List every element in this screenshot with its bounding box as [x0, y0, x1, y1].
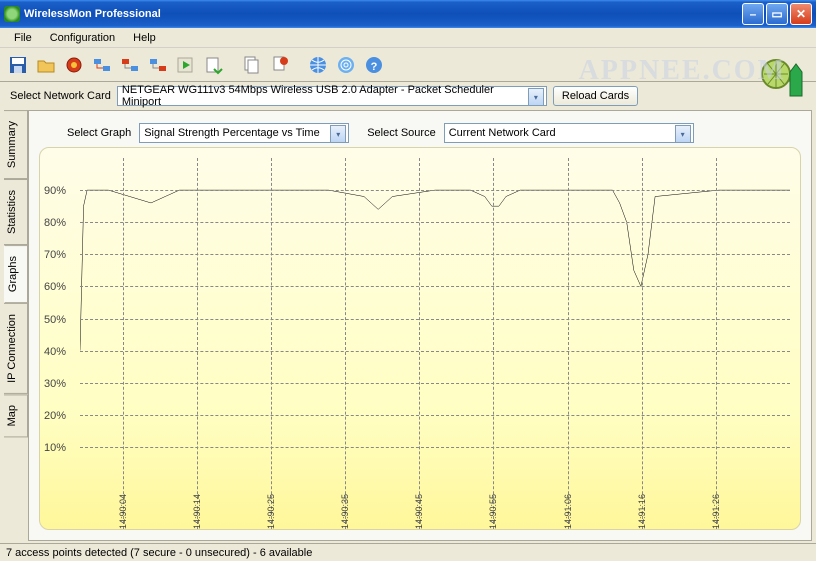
- chart-area: 10%20%30%40%50%60%70%80%90%14:90:0414:90…: [39, 147, 801, 530]
- x-tick-label: 14:91:06: [563, 494, 573, 529]
- help-icon[interactable]: ?: [362, 53, 386, 77]
- record-icon[interactable]: [62, 53, 86, 77]
- x-gridline: 14:91:06: [568, 158, 569, 529]
- globe-icon[interactable]: [306, 53, 330, 77]
- select-graph-combo[interactable]: Signal Strength Percentage vs Time: [139, 123, 349, 143]
- y-gridline: 70%: [80, 254, 790, 255]
- app-icon: [4, 6, 20, 22]
- tab-ip-connection[interactable]: IP Connection: [4, 303, 28, 394]
- radar-icon[interactable]: [334, 53, 358, 77]
- network-card-select[interactable]: NETGEAR WG111v3 54Mbps Wireless USB 2.0 …: [117, 86, 547, 106]
- close-button[interactable]: ✕: [790, 3, 812, 25]
- select-source-value: Current Network Card: [449, 127, 556, 139]
- menu-help[interactable]: Help: [125, 30, 164, 46]
- y-gridline: 30%: [80, 383, 790, 384]
- x-gridline: 14:90:55: [493, 158, 494, 529]
- vertical-tabs: Summary Statistics Graphs IP Connection …: [4, 110, 28, 541]
- y-tick-label: 80%: [44, 217, 66, 229]
- graph-controls: Select Graph Signal Strength Percentage …: [37, 119, 803, 147]
- x-tick-label: 14:90:35: [340, 494, 350, 529]
- open-icon[interactable]: [34, 53, 58, 77]
- x-gridline: 14:90:25: [271, 158, 272, 529]
- title-bar: WirelessMon Professional – ▭ ✕: [0, 0, 816, 28]
- print-icon[interactable]: [268, 53, 292, 77]
- graphs-panel: Select Graph Signal Strength Percentage …: [28, 110, 812, 541]
- chart-plot: 10%20%30%40%50%60%70%80%90%14:90:0414:90…: [80, 158, 790, 479]
- copy-icon[interactable]: [240, 53, 264, 77]
- x-tick-label: 14:90:55: [488, 494, 498, 529]
- y-gridline: 60%: [80, 286, 790, 287]
- net-icon-1[interactable]: [90, 53, 114, 77]
- menu-configuration[interactable]: Configuration: [42, 30, 123, 46]
- tab-summary[interactable]: Summary: [4, 110, 28, 179]
- minimize-button[interactable]: –: [742, 3, 764, 25]
- y-tick-label: 60%: [44, 281, 66, 293]
- x-gridline: 14:90:35: [345, 158, 346, 529]
- y-gridline: 20%: [80, 415, 790, 416]
- menu-bar: File Configuration Help: [0, 28, 816, 48]
- maximize-button[interactable]: ▭: [766, 3, 788, 25]
- y-tick-label: 50%: [44, 314, 66, 326]
- menu-file[interactable]: File: [6, 30, 40, 46]
- x-gridline: 14:90:45: [419, 158, 420, 529]
- y-tick-label: 40%: [44, 346, 66, 358]
- y-tick-label: 10%: [44, 442, 66, 454]
- x-gridline: 14:91:26: [716, 158, 717, 529]
- net-icon-2[interactable]: [118, 53, 142, 77]
- select-source-label: Select Source: [367, 127, 435, 139]
- play-icon[interactable]: [174, 53, 198, 77]
- tab-map[interactable]: Map: [4, 394, 28, 437]
- y-tick-label: 30%: [44, 378, 66, 390]
- network-card-row: Select Network Card NETGEAR WG111v3 54Mb…: [0, 82, 816, 110]
- x-tick-label: 14:90:25: [266, 494, 276, 529]
- x-tick-label: 14:91:26: [711, 494, 721, 529]
- window-title: WirelessMon Professional: [24, 8, 740, 20]
- x-tick-label: 14:91:16: [637, 494, 647, 529]
- net-icon-3[interactable]: [146, 53, 170, 77]
- y-gridline: 10%: [80, 447, 790, 448]
- tab-graphs[interactable]: Graphs: [4, 245, 28, 303]
- x-tick-label: 14:90:04: [118, 494, 128, 529]
- x-gridline: 14:91:16: [642, 158, 643, 529]
- svg-text:?: ?: [371, 61, 378, 73]
- y-gridline: 50%: [80, 319, 790, 320]
- network-card-value: NETGEAR WG111v3 54Mbps Wireless USB 2.0 …: [122, 84, 530, 108]
- app-logo-icon: [760, 52, 806, 98]
- status-bar: 7 access points detected (7 secure - 0 u…: [0, 543, 816, 561]
- select-graph-label: Select Graph: [67, 127, 131, 139]
- reload-cards-button[interactable]: Reload Cards: [553, 86, 638, 106]
- select-graph-value: Signal Strength Percentage vs Time: [144, 127, 319, 139]
- x-tick-label: 14:90:14: [192, 494, 202, 529]
- select-source-combo[interactable]: Current Network Card: [444, 123, 694, 143]
- export-icon[interactable]: [202, 53, 226, 77]
- y-tick-label: 90%: [44, 185, 66, 197]
- tab-statistics[interactable]: Statistics: [4, 179, 28, 245]
- toolbar: ?: [0, 48, 816, 82]
- y-tick-label: 20%: [44, 410, 66, 422]
- y-gridline: 80%: [80, 222, 790, 223]
- reload-cards-label: Reload Cards: [562, 90, 629, 102]
- save-icon[interactable]: [6, 53, 30, 77]
- x-tick-label: 14:90:45: [414, 494, 424, 529]
- x-gridline: 14:90:14: [197, 158, 198, 529]
- network-card-label: Select Network Card: [10, 90, 111, 102]
- content-area: Summary Statistics Graphs IP Connection …: [4, 110, 812, 541]
- y-tick-label: 70%: [44, 249, 66, 261]
- y-gridline: 40%: [80, 351, 790, 352]
- x-gridline: 14:90:04: [123, 158, 124, 529]
- status-text: 7 access points detected (7 secure - 0 u…: [6, 547, 312, 559]
- y-gridline: 90%: [80, 190, 790, 191]
